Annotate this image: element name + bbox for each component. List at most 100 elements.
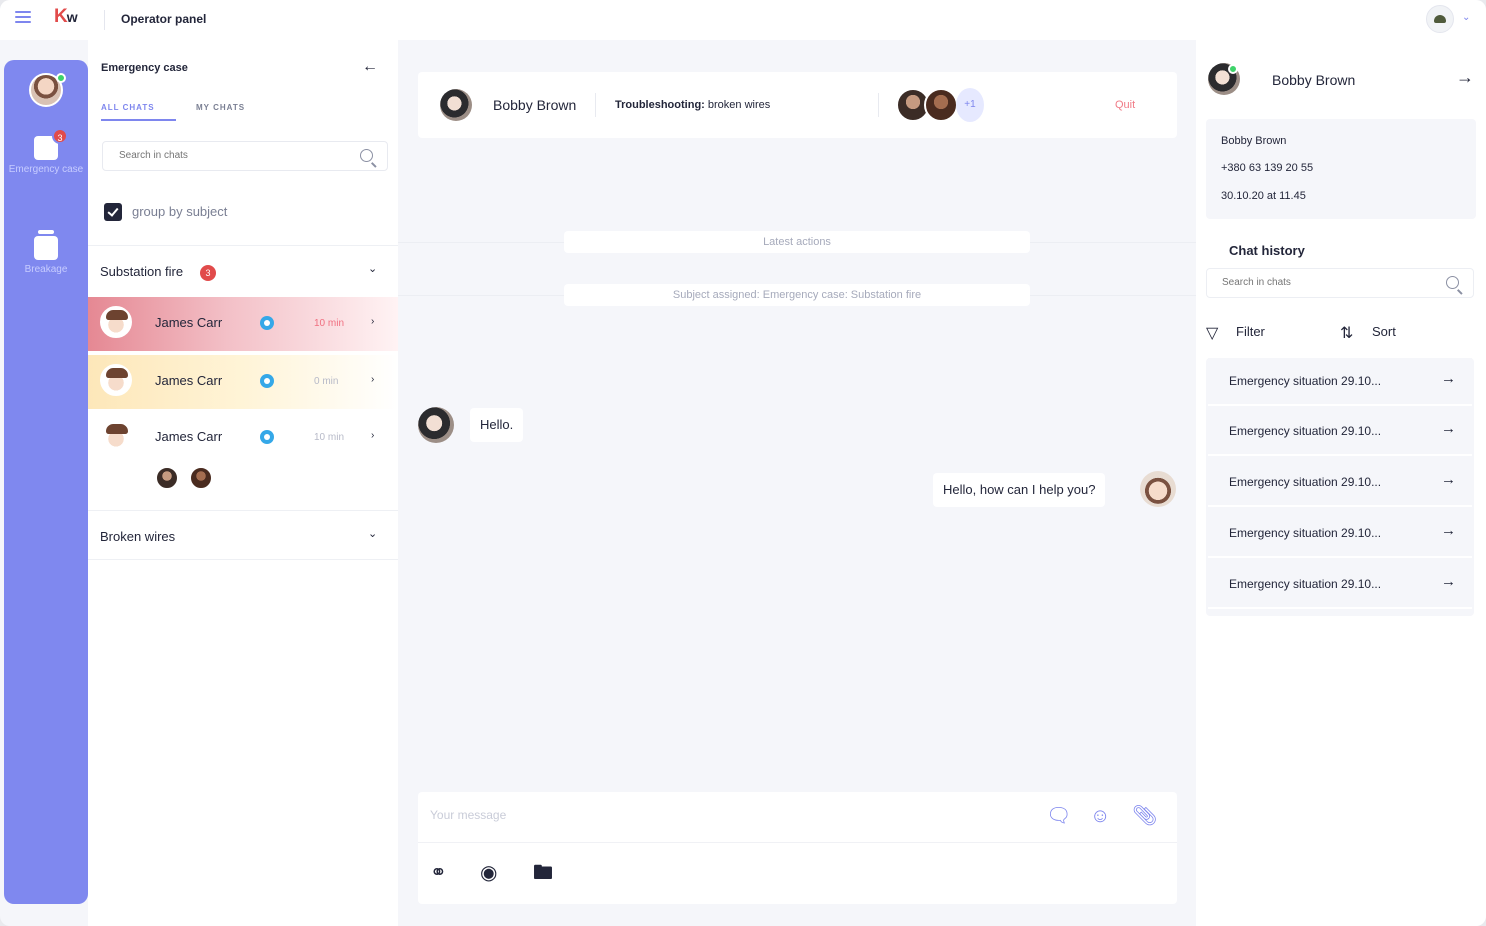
paperclip-icon[interactable]: 📎︎ bbox=[1132, 805, 1157, 827]
chat-name: James Carr bbox=[155, 315, 223, 330]
history-item-title: Emergency situation 29.10... bbox=[1229, 374, 1382, 388]
message-composer: 🗨︎ ☺ 📎︎ ⚭ ◉ 🖿︎ bbox=[418, 792, 1177, 904]
telegram-icon bbox=[260, 430, 274, 444]
divider bbox=[418, 842, 1177, 843]
arrow-right-icon: → bbox=[1441, 370, 1456, 387]
user-avatar[interactable] bbox=[1426, 5, 1454, 33]
search-icon[interactable] bbox=[1446, 276, 1459, 289]
message-input[interactable] bbox=[430, 808, 1030, 822]
count-badge: 3 bbox=[200, 265, 216, 281]
avatar bbox=[100, 306, 132, 338]
divider bbox=[104, 10, 105, 30]
history-item-title: Emergency situation 29.10... bbox=[1229, 526, 1382, 540]
tab-my-chats[interactable]: MY CHATS bbox=[196, 103, 245, 112]
more-participants-badge[interactable]: +1 bbox=[956, 88, 984, 122]
divider bbox=[595, 93, 596, 117]
search-input[interactable] bbox=[119, 150, 339, 161]
sort-icon: ⇅ bbox=[1340, 325, 1354, 342]
folder-icon[interactable]: 🖿︎ bbox=[533, 862, 553, 884]
info-date: 30.10.20 at 11.45 bbox=[1221, 190, 1306, 202]
count-badge: 3 bbox=[52, 128, 68, 144]
profile-panel: Bobby Brown → Bobby Brown +380 63 139 20… bbox=[1196, 40, 1486, 926]
avatar bbox=[100, 420, 132, 452]
chat-row[interactable]: James Carr 10 min › bbox=[88, 297, 398, 351]
chat-row[interactable]: James Carr 10 min › bbox=[88, 411, 398, 465]
headset-icon[interactable]: ⚭ bbox=[430, 862, 447, 884]
tab-all-chats[interactable]: ALL CHATS bbox=[101, 103, 155, 112]
chevron-down-icon[interactable]: ⌄ bbox=[1462, 12, 1470, 23]
arrow-right-icon[interactable]: → bbox=[1456, 67, 1474, 88]
online-status-dot bbox=[1228, 64, 1238, 74]
top-bar: Kw Operator panel ⌄ bbox=[0, 0, 1486, 40]
chat-search bbox=[102, 141, 388, 171]
app-window: Kw Operator panel ⌄ 3 Emergency case Bre… bbox=[0, 0, 1486, 926]
contact-name: Bobby Brown bbox=[493, 97, 577, 113]
group-by-checkbox[interactable] bbox=[104, 203, 122, 221]
chat-row[interactable]: James Carr 0 min › bbox=[88, 355, 398, 409]
telegram-icon bbox=[260, 374, 274, 388]
history-item[interactable]: Emergency situation 29.10... → bbox=[1208, 358, 1472, 406]
app-logo: Kw bbox=[54, 6, 78, 27]
rail-item-breakage[interactable]: Breakage bbox=[4, 230, 88, 275]
group-header-substation-fire[interactable]: Substation fire 3 ⌄ bbox=[88, 245, 398, 295]
contact-avatar bbox=[440, 89, 472, 121]
info-name: Bobby Brown bbox=[1221, 135, 1287, 147]
subject-label: Troubleshooting: bbox=[615, 99, 705, 111]
box-icon bbox=[34, 230, 58, 260]
conversation-subject: Troubleshooting: broken wires bbox=[615, 99, 770, 111]
speech-bubble-icon[interactable]: 🗨︎ bbox=[1046, 805, 1071, 827]
group-title: Broken wires bbox=[100, 529, 176, 544]
info-phone: +380 63 139 20 55 bbox=[1221, 162, 1314, 174]
rail-item-label: Emergency case bbox=[8, 164, 84, 175]
group-header-broken-wires[interactable]: Broken wires ⌄ bbox=[88, 510, 398, 560]
quit-button[interactable]: Quit bbox=[1115, 99, 1135, 111]
arrow-right-icon: → bbox=[1441, 573, 1456, 590]
history-item[interactable]: Emergency situation 29.10... → bbox=[1208, 510, 1472, 558]
chevron-down-icon: ⌄ bbox=[368, 263, 378, 275]
history-item[interactable]: Emergency situation 29.10... → bbox=[1208, 408, 1472, 456]
active-tab-indicator bbox=[101, 119, 176, 121]
group-by-label: group by subject bbox=[132, 204, 228, 219]
history-search bbox=[1206, 268, 1474, 298]
message-bubble-outgoing: Hello, how can I help you? bbox=[933, 473, 1106, 507]
filter-button[interactable]: Filter bbox=[1236, 324, 1265, 339]
avatar bbox=[100, 364, 132, 396]
rail-item-emergency-case[interactable]: 3 Emergency case bbox=[4, 128, 88, 175]
rail-item-label: Breakage bbox=[24, 264, 68, 275]
eye-icon[interactable]: ◉ bbox=[480, 862, 497, 884]
chevron-right-icon: › bbox=[371, 430, 375, 441]
history-item[interactable]: Emergency situation 29.10... → bbox=[1208, 561, 1472, 609]
chevron-right-icon: › bbox=[371, 316, 375, 327]
participant-avatar bbox=[189, 466, 213, 490]
filter-icon: ▽ bbox=[1206, 325, 1219, 342]
wait-time: 10 min bbox=[314, 318, 345, 329]
panel-title: Emergency case bbox=[101, 62, 188, 74]
history-item-title: Emergency situation 29.10... bbox=[1229, 424, 1382, 438]
arrow-right-icon: → bbox=[1441, 471, 1456, 488]
arrow-left-icon[interactable]: ← bbox=[362, 58, 378, 76]
chevron-right-icon: › bbox=[371, 374, 375, 385]
history-item-title: Emergency situation 29.10... bbox=[1229, 475, 1382, 489]
menu-icon[interactable] bbox=[15, 11, 31, 25]
wait-time: 10 min bbox=[314, 432, 345, 443]
chevron-down-icon: ⌄ bbox=[368, 528, 378, 540]
search-input[interactable] bbox=[1222, 277, 1422, 288]
chat-name: James Carr bbox=[155, 373, 223, 388]
chat-name: James Carr bbox=[155, 429, 223, 444]
chat-list-panel: Emergency case ← ALL CHATS MY CHATS grou… bbox=[88, 40, 398, 926]
history-item[interactable]: Emergency situation 29.10... → bbox=[1208, 459, 1472, 507]
arrow-right-icon: → bbox=[1441, 522, 1456, 539]
operator-avatar bbox=[1140, 471, 1176, 507]
subject-value: broken wires bbox=[707, 99, 771, 111]
system-message: Latest actions bbox=[564, 231, 1030, 253]
search-icon[interactable] bbox=[360, 149, 373, 162]
emoji-icon[interactable]: ☺ bbox=[1090, 805, 1110, 827]
participant-avatar bbox=[155, 466, 179, 490]
group-title: Substation fire bbox=[100, 264, 184, 279]
system-message: Subject assigned: Emergency case: Substa… bbox=[564, 284, 1030, 306]
telegram-icon bbox=[260, 316, 274, 330]
history-item-title: Emergency situation 29.10... bbox=[1229, 577, 1382, 591]
sort-button[interactable]: Sort bbox=[1372, 324, 1396, 339]
chat-history-list: Emergency situation 29.10... → Emergency… bbox=[1206, 358, 1474, 616]
arrow-right-icon: → bbox=[1441, 420, 1456, 437]
